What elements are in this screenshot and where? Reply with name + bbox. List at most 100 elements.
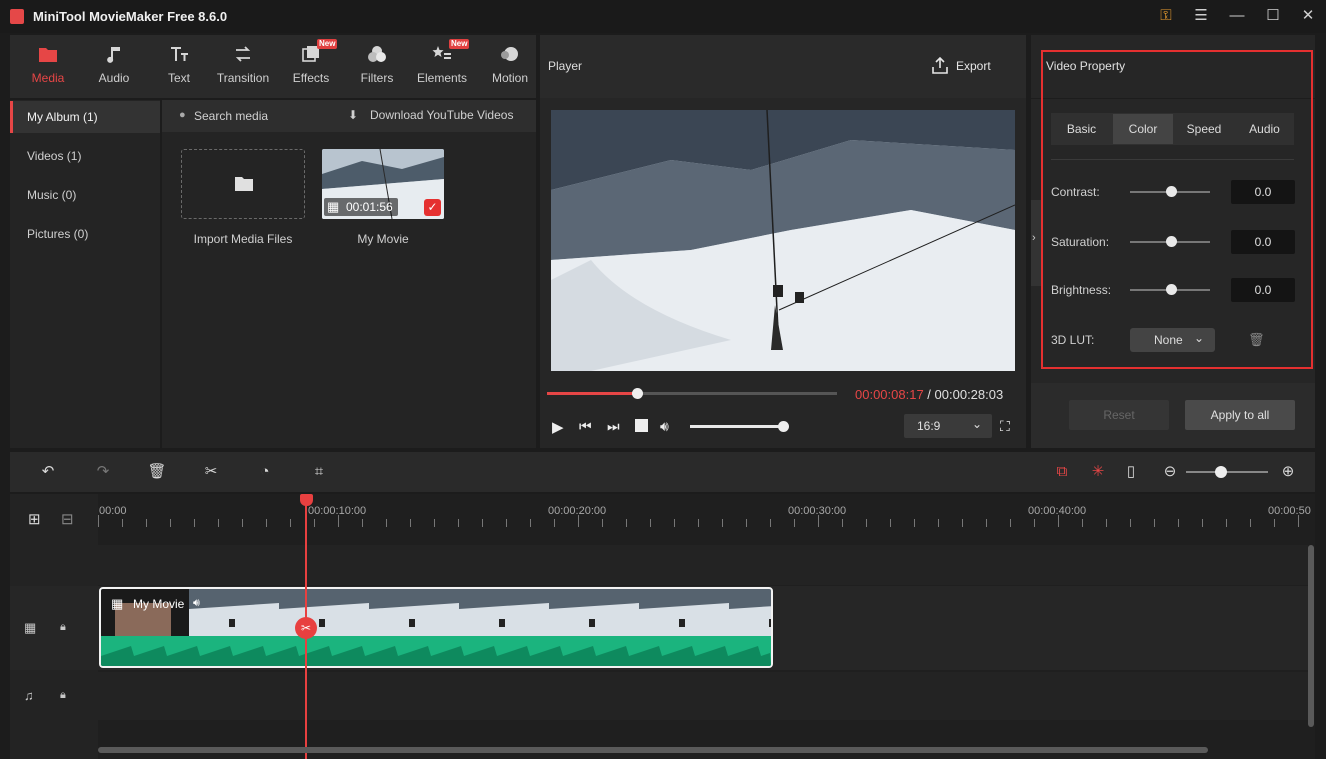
lut-select[interactable]: None ⌄ xyxy=(1130,328,1215,352)
lock-icon[interactable]: 🔒︎ xyxy=(60,621,66,634)
tab-audio[interactable]: Audio xyxy=(86,35,142,98)
playhead-handle[interactable] xyxy=(300,494,313,506)
current-time: 00:00:08:17 xyxy=(855,387,924,402)
tab-audio-property[interactable]: Audio xyxy=(1235,114,1294,144)
tab-elements-label: Elements xyxy=(416,71,468,85)
fit-timeline-icon[interactable]: ⧉ xyxy=(1052,462,1072,482)
tab-speed[interactable]: Speed xyxy=(1174,114,1234,144)
search-input[interactable]: Search media xyxy=(194,109,268,123)
maximize-button[interactable]: ☐ xyxy=(1262,6,1284,26)
split-view-icon[interactable]: ▯ xyxy=(1121,462,1141,482)
menu-icon[interactable]: ☰ xyxy=(1190,6,1212,26)
sidebar-item-music[interactable]: Music (0) xyxy=(10,179,160,211)
tab-text[interactable]: Text xyxy=(151,35,207,98)
saturation-handle[interactable] xyxy=(1166,236,1177,247)
collapse-handle[interactable]: › xyxy=(1031,200,1041,286)
zoom-in-icon[interactable]: ⊕ xyxy=(1278,462,1298,482)
gondola-mark xyxy=(499,619,505,627)
media-tab-bar: Media Audio Text Transition Effects New … xyxy=(10,35,536,98)
export-button[interactable]: Export xyxy=(930,53,1000,79)
tab-filters[interactable]: Filters xyxy=(349,35,405,98)
undo-icon[interactable]: ↶ xyxy=(38,462,58,482)
volume-fill xyxy=(690,425,784,428)
close-button[interactable]: ✕ xyxy=(1297,6,1319,26)
minimize-button[interactable]: — xyxy=(1226,6,1248,26)
text-icon xyxy=(171,47,188,61)
clip-name: My Movie xyxy=(133,597,185,611)
zoom-handle[interactable] xyxy=(1215,466,1227,478)
folder-icon xyxy=(235,177,253,191)
brightness-handle[interactable] xyxy=(1166,284,1177,295)
volume-handle[interactable] xyxy=(778,421,789,432)
chevron-down-icon: ⌄ xyxy=(972,417,983,431)
video-preview[interactable] xyxy=(551,110,1015,371)
tab-text-label: Text xyxy=(167,71,190,85)
timeline-clip[interactable]: ▦ My Movie 🔊︎ xyxy=(99,587,773,668)
lock-icon[interactable]: 🔒︎ xyxy=(60,689,66,702)
saturation-value[interactable]: 0.0 xyxy=(1231,230,1295,254)
player-header: Player Export xyxy=(540,35,1026,98)
tab-filters-label: Filters xyxy=(360,71,394,85)
speed-icon[interactable]: ◔ xyxy=(255,462,275,482)
crop-icon[interactable]: ⌗ xyxy=(309,462,329,482)
remove-track-icon[interactable]: ⊟ xyxy=(61,510,74,528)
import-media-label: Import Media Files xyxy=(193,232,293,246)
sidebar-item-videos[interactable]: Videos (1) xyxy=(10,140,160,172)
tab-transition[interactable]: Transition xyxy=(213,35,273,98)
clip-duration: 00:01:56 xyxy=(346,200,393,214)
gondola-mark xyxy=(679,619,685,627)
trash-icon[interactable]: 🗑︎ xyxy=(1248,332,1265,348)
sidebar-item-pictures[interactable]: Pictures (0) xyxy=(10,218,160,250)
media-clip-thumbnail[interactable]: ▦ 00:01:56 ✓ xyxy=(322,149,444,219)
delete-icon[interactable]: 🗑︎ xyxy=(147,462,167,482)
apply-to-all-button[interactable]: Apply to all xyxy=(1185,400,1295,430)
album-sidebar: My Album (1) Videos (1) Music (0) Pictur… xyxy=(10,100,160,448)
horizontal-scrollbar[interactable] xyxy=(98,747,1208,753)
search-icon: ● xyxy=(179,109,186,121)
clip-label: My Movie xyxy=(357,232,409,246)
aspect-ratio-select[interactable]: 16:9 ⌄ xyxy=(904,414,992,438)
tab-media[interactable]: Media xyxy=(20,35,76,98)
add-track-icon[interactable]: ⊞ xyxy=(28,510,41,528)
total-time: 00:00:28:03 xyxy=(934,387,1004,402)
previous-frame-button[interactable]: ⏮ xyxy=(579,418,592,435)
fullscreen-icon[interactable]: ⛶ xyxy=(1000,418,1010,435)
key-icon[interactable]: ⚿ xyxy=(1155,6,1177,26)
stop-button[interactable] xyxy=(635,419,648,432)
tick-label: 00:00:50 xyxy=(1268,505,1311,517)
tick-label: 00:00:20:00 xyxy=(548,505,607,517)
property-title: Video Property xyxy=(1046,59,1126,73)
import-media-box[interactable] xyxy=(181,149,305,219)
tab-color[interactable]: Color xyxy=(1113,114,1173,144)
redo-icon[interactable]: ↷ xyxy=(93,462,113,482)
next-frame-button[interactable]: ⏭ xyxy=(607,418,620,435)
brightness-value[interactable]: 0.0 xyxy=(1231,278,1295,302)
progress-handle[interactable] xyxy=(631,388,643,399)
sidebar-item-my-album[interactable]: My Album (1) xyxy=(10,101,160,133)
tab-motion[interactable]: Motion xyxy=(482,35,538,98)
motion-icon xyxy=(501,47,518,61)
tab-elements[interactable]: Elements New xyxy=(413,35,471,98)
play-button[interactable]: ▶ xyxy=(552,418,564,436)
zoom-out-icon[interactable]: ⊖ xyxy=(1160,462,1180,482)
brightness-label: Brightness: xyxy=(1051,283,1112,297)
split-marker-icon[interactable]: ✂ xyxy=(295,617,317,639)
snap-icon[interactable]: ✳ xyxy=(1088,462,1108,482)
volume-icon[interactable]: 🔊︎ xyxy=(660,418,669,435)
contrast-value[interactable]: 0.0 xyxy=(1231,180,1295,204)
duration-bar: ▦ 00:01:56 xyxy=(324,198,398,216)
contrast-handle[interactable] xyxy=(1166,186,1177,197)
zoom-slider[interactable] xyxy=(1186,471,1268,473)
tab-effects[interactable]: Effects New xyxy=(283,35,339,98)
tick-label: 00:00 xyxy=(99,505,127,517)
check-icon[interactable]: ✓ xyxy=(424,199,441,216)
split-scissors-icon[interactable]: ✂ xyxy=(201,462,221,482)
vertical-scrollbar[interactable] xyxy=(1308,545,1314,727)
reset-button[interactable]: Reset xyxy=(1069,400,1169,430)
track-row xyxy=(10,545,1308,585)
saturation-label: Saturation: xyxy=(1051,235,1110,249)
app-title: MiniTool MovieMaker Free 8.6.0 xyxy=(33,9,228,24)
download-youtube-button[interactable]: Download YouTube Videos xyxy=(370,108,513,122)
tab-basic[interactable]: Basic xyxy=(1051,114,1112,144)
tab-media-label: Media xyxy=(31,71,65,85)
